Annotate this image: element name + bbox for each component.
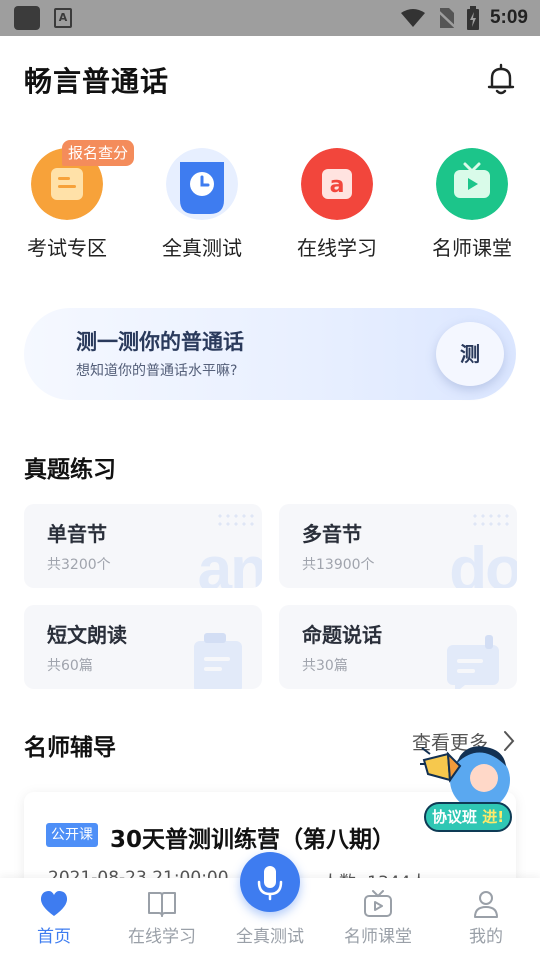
course-tag: 公开课: [46, 823, 98, 847]
card-title: 单音节: [47, 522, 107, 546]
quick-action-full-test[interactable]: 全真测试: [135, 140, 269, 266]
dots-decoration: [216, 512, 256, 528]
quick-action-label: 考试专区: [27, 236, 107, 260]
practice-card-topic-speaking[interactable]: 命题说话 共30篇: [279, 605, 517, 689]
promo-action-text: 进!: [482, 808, 505, 826]
card-count: 共3200个: [47, 557, 111, 573]
dots-decoration: [471, 512, 511, 528]
clock-icon: [166, 148, 238, 220]
nav-label: 首页: [37, 927, 71, 947]
quick-action-online-learning[interactable]: a 在线学习: [270, 140, 404, 266]
quick-action-exam[interactable]: 报名查分 考试专区: [0, 140, 135, 266]
notification-app-icon: [14, 6, 40, 30]
nav-profile[interactable]: 我的: [432, 878, 540, 960]
app-screen: A 5:09 畅言普通话 报名查分 考试专区 全真测试 a 在线学习 名师课堂 …: [0, 0, 540, 960]
svg-text:a: a: [330, 173, 345, 198]
card-count: 共60篇: [47, 658, 93, 674]
promo-label: 协议班 进!: [424, 802, 513, 832]
card-count: 共30篇: [302, 658, 348, 674]
quick-action-label: 全真测试: [162, 236, 242, 260]
card-decor-glyph: do: [449, 535, 517, 588]
tv-icon: [436, 148, 508, 220]
heart-icon: [40, 891, 68, 916]
practice-card-multi-syllable[interactable]: do 多音节 共13900个: [279, 504, 517, 588]
promo-float-button[interactable]: 协议班 进!: [420, 740, 528, 840]
nav-label: 在线学习: [128, 927, 196, 947]
person-icon: [474, 891, 498, 918]
nav-online-learning[interactable]: 在线学习: [108, 878, 216, 960]
nav-home[interactable]: 首页: [0, 878, 108, 960]
wifi-icon: [400, 9, 425, 27]
app-title: 畅言普通话: [24, 65, 170, 98]
practice-section-title: 真题练习: [24, 457, 116, 483]
quick-action-teacher-class[interactable]: 名师课堂: [405, 140, 539, 266]
nav-label: 全真测试: [236, 927, 304, 947]
microphone-icon: [257, 866, 283, 901]
banner-subtitle: 想知道你的普通话水平嘛?: [76, 363, 238, 379]
nav-teacher-class[interactable]: 名师课堂: [324, 878, 432, 960]
status-time: 5:09: [489, 7, 528, 28]
bell-icon[interactable]: [484, 62, 518, 96]
card-title: 短文朗读: [47, 623, 127, 647]
tv-icon: [364, 890, 392, 917]
status-bar: A 5:09: [0, 0, 540, 36]
card-decor-glyph: an: [197, 535, 262, 588]
book-icon: [148, 892, 176, 917]
card-title: 命题说话: [302, 623, 382, 647]
quick-action-label: 在线学习: [297, 236, 377, 260]
megaphone-character-icon: [420, 746, 510, 810]
letter-a-icon: a: [301, 148, 373, 220]
practice-card-single-syllable[interactable]: an 单音节 共3200个: [24, 504, 262, 588]
test-banner[interactable]: 测一测你的普通话 想知道你的普通话水平嘛? 测: [24, 308, 516, 400]
practice-card-reading[interactable]: 短文朗读 共60篇: [24, 605, 262, 689]
record-mic-button[interactable]: [240, 852, 300, 912]
course-title: 30天普测训练营（第八期）: [110, 827, 396, 853]
nav-label: 我的: [469, 927, 503, 947]
promo-label-text: 协议班: [432, 808, 478, 826]
teachers-section-title: 名师辅导: [24, 735, 116, 761]
document-icon: [194, 633, 242, 689]
quick-action-label: 名师课堂: [432, 236, 512, 260]
card-title: 多音节: [302, 522, 362, 546]
speech-bubble-icon: [447, 635, 499, 689]
banner-title: 测一测你的普通话: [76, 330, 244, 354]
exam-badge: 报名查分: [62, 140, 135, 166]
nav-label: 名师课堂: [344, 927, 412, 947]
battery-icon: [466, 6, 479, 30]
test-button[interactable]: 测: [436, 322, 504, 386]
no-sim-icon: [436, 8, 456, 28]
text-notification-icon: A: [54, 8, 72, 28]
card-count: 共13900个: [302, 557, 375, 573]
quick-actions: 报名查分 考试专区 全真测试 a 在线学习 名师课堂: [0, 140, 540, 270]
